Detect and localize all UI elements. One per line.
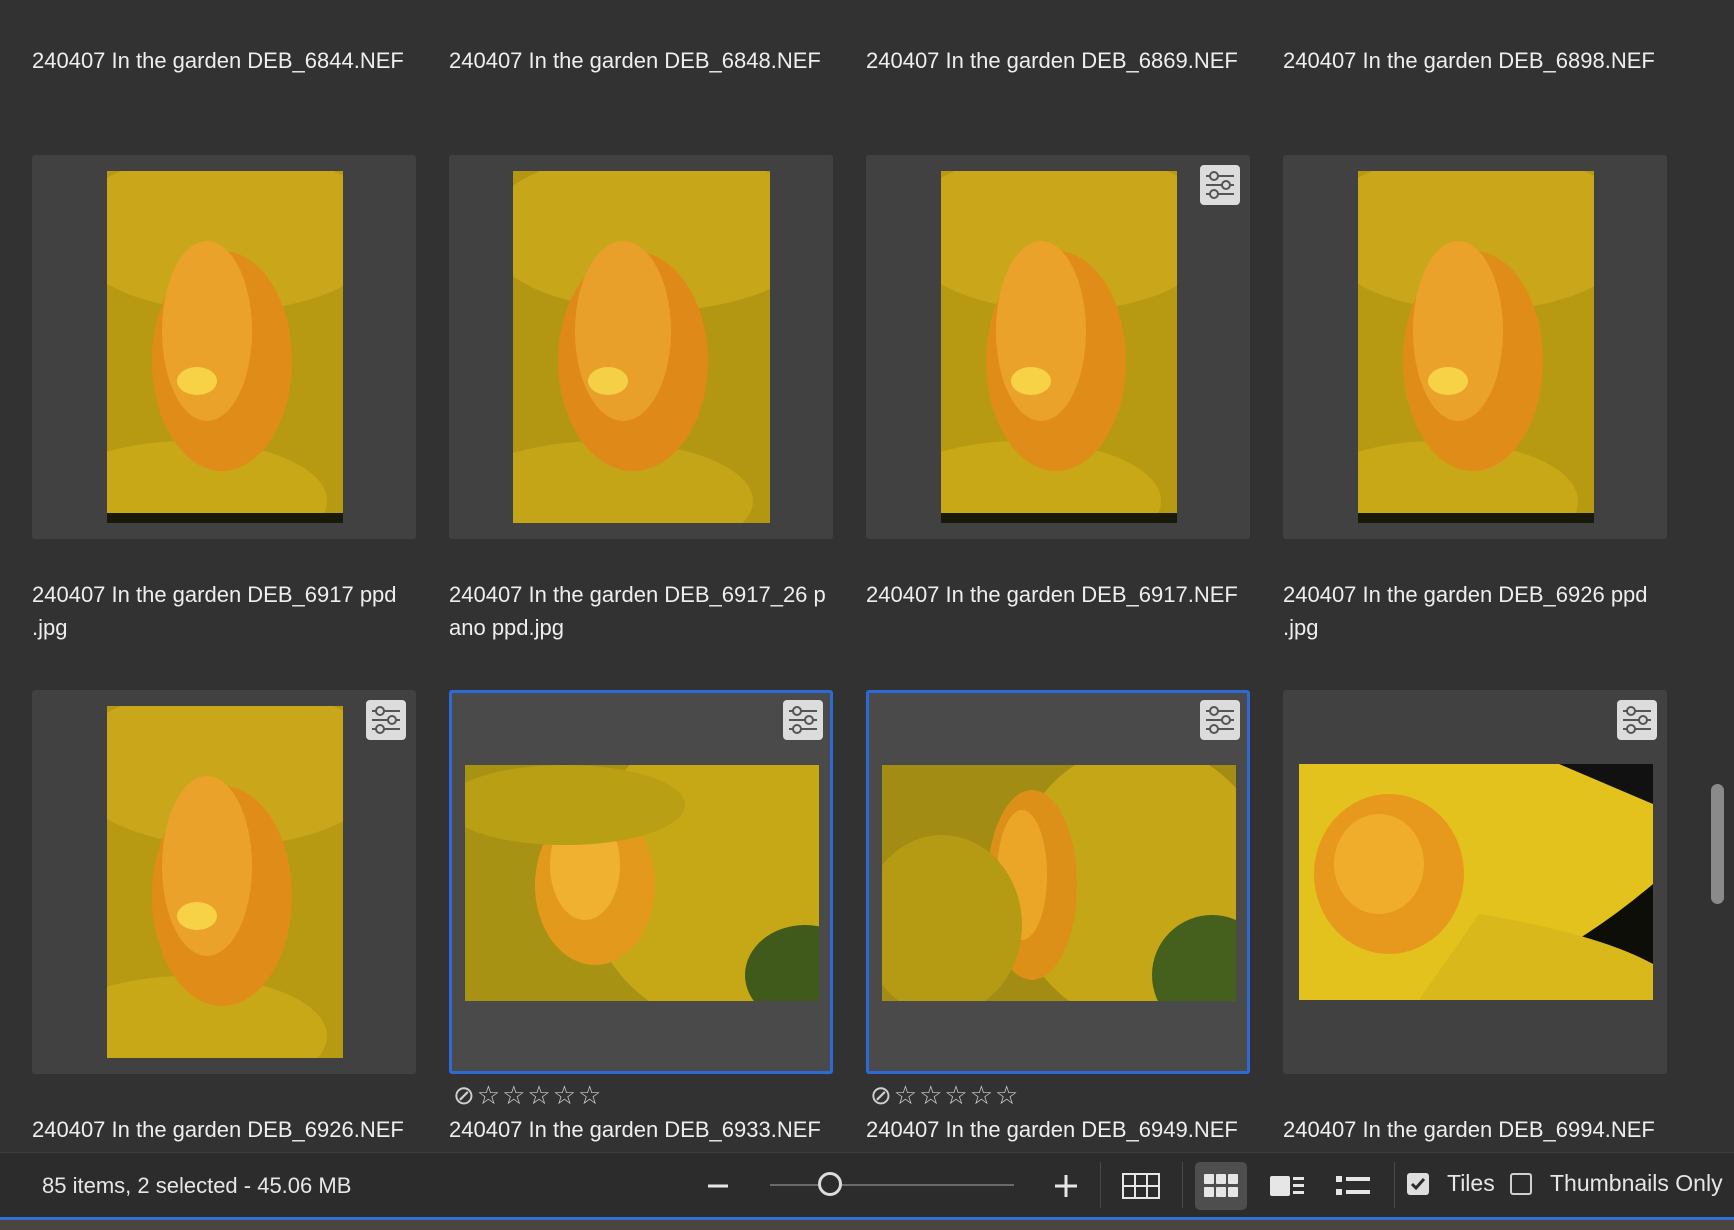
- adjustments-icon[interactable]: [366, 700, 406, 740]
- file-name: 240407 In the garden DEB_6926.NEF: [32, 1117, 404, 1142]
- file-name: 240407 In the garden DEB_6917.NEF: [866, 582, 1238, 607]
- list-view-button[interactable]: [1327, 1162, 1379, 1210]
- star-icon[interactable]: ☆: [502, 1082, 525, 1108]
- adjustments-icon[interactable]: [783, 700, 823, 740]
- tiles-label[interactable]: Tiles: [1447, 1170, 1495, 1197]
- zoom-in-button[interactable]: [1052, 1172, 1080, 1200]
- thumbnail-tile[interactable]: [866, 155, 1250, 539]
- divider: [1100, 1162, 1101, 1208]
- adjustments-icon[interactable]: [1200, 700, 1240, 740]
- star-icon[interactable]: ☆: [919, 1082, 942, 1108]
- vertical-scrollbar[interactable]: [1709, 0, 1726, 1152]
- filmstrip-view-button[interactable]: [1261, 1162, 1313, 1210]
- thumbnails-only-checkbox[interactable]: [1510, 1173, 1532, 1195]
- file-name: 240407 In the garden DEB_6994.NEF: [1283, 1117, 1655, 1142]
- selection-summary: 85 items, 2 selected - 45.06 MB: [42, 1173, 352, 1198]
- star-icon[interactable]: ☆: [970, 1082, 993, 1108]
- bottom-strip: [0, 1220, 1734, 1230]
- plus-icon: [1055, 1175, 1077, 1197]
- star-icon[interactable]: ☆: [944, 1082, 967, 1108]
- tiles-checkbox[interactable]: [1407, 1173, 1429, 1195]
- photo-thumbnail: [107, 171, 343, 523]
- thumbnail-tile[interactable]: [449, 155, 833, 539]
- star-icon[interactable]: ☆: [553, 1082, 576, 1108]
- zoom-out-button[interactable]: [705, 1173, 731, 1199]
- photo-thumbnail: [882, 765, 1236, 1001]
- file-name: 240407 In the garden DEB_6917_26 p ano pp…: [449, 582, 826, 640]
- thumbnail-tile[interactable]: [1283, 690, 1667, 1074]
- scrollbar-thumb[interactable]: [1711, 784, 1724, 904]
- file-name: 240407 In the garden DEB_6949.NEF: [866, 1117, 1238, 1142]
- thumbnail-tile[interactable]: [32, 155, 416, 539]
- star-icon[interactable]: ☆: [894, 1082, 917, 1108]
- photo-thumbnail: [941, 171, 1177, 523]
- star-icon[interactable]: ☆: [477, 1082, 500, 1108]
- thumbnails-only-label[interactable]: Thumbnails Only: [1550, 1170, 1723, 1197]
- photo-thumbnail: [107, 706, 343, 1058]
- divider: [1182, 1162, 1183, 1208]
- star-icon[interactable]: ☆: [578, 1082, 601, 1108]
- photo-thumbnail: [465, 765, 819, 1001]
- star-icon[interactable]: ☆: [527, 1082, 550, 1108]
- file-name: 240407 In the garden DEB_6917 ppd .jpg: [32, 582, 397, 640]
- filmstrip-icon: [1270, 1176, 1304, 1196]
- checkmark-icon: [1410, 1178, 1426, 1191]
- thumbnail-tile-selected[interactable]: [449, 690, 833, 1074]
- adjustments-icon[interactable]: [1617, 700, 1657, 740]
- file-name: 240407 In the garden DEB_6844.NEF: [32, 48, 404, 73]
- photo-thumbnail: [1299, 764, 1653, 1000]
- file-name: 240407 In the garden DEB_6898.NEF: [1283, 48, 1655, 73]
- thumbnail-tile-selected[interactable]: [866, 690, 1250, 1074]
- grid-small-view-button[interactable]: [1115, 1162, 1167, 1210]
- adjustments-icon[interactable]: [1200, 165, 1240, 205]
- rating-control[interactable]: ⊘ ☆ ☆ ☆ ☆ ☆: [870, 1082, 1018, 1108]
- reject-icon[interactable]: ⊘: [453, 1082, 475, 1108]
- rating-control[interactable]: ⊘ ☆ ☆ ☆ ☆ ☆: [453, 1082, 601, 1108]
- thumbnail-tile[interactable]: [32, 690, 416, 1074]
- thumbnail-grid: 240407 In the garden DEB_6844.NEF 240407…: [0, 0, 1734, 1152]
- photo-thumbnail: [513, 171, 770, 523]
- file-name: 240407 In the garden DEB_6933.NEF: [449, 1117, 821, 1142]
- reject-icon[interactable]: ⊘: [870, 1082, 892, 1108]
- list-icon: [1336, 1176, 1370, 1195]
- zoom-slider-handle[interactable]: [818, 1172, 842, 1196]
- grid-large-view-button[interactable]: [1195, 1162, 1247, 1210]
- grid-small-icon: [1122, 1173, 1160, 1199]
- grid-large-icon: [1204, 1174, 1238, 1197]
- photo-thumbnail: [1358, 171, 1594, 523]
- thumbnail-tile[interactable]: [1283, 155, 1667, 539]
- minus-icon: [708, 1184, 728, 1188]
- file-name: 240407 In the garden DEB_6848.NEF: [449, 48, 821, 73]
- file-name: 240407 In the garden DEB_6869.NEF: [866, 48, 1238, 73]
- zoom-slider-track[interactable]: [770, 1184, 1014, 1186]
- divider: [1394, 1162, 1395, 1208]
- star-icon[interactable]: ☆: [995, 1082, 1018, 1108]
- file-name: 240407 In the garden DEB_6926 ppd .jpg: [1283, 582, 1648, 640]
